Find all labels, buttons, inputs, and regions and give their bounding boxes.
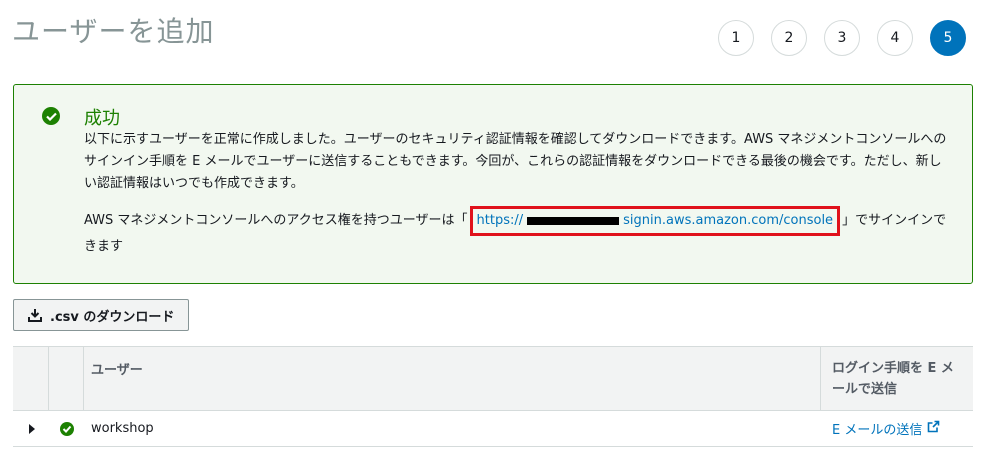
table-row: workshop E メールの送信 <box>13 411 973 447</box>
check-circle-icon <box>49 421 84 436</box>
url-start: https:// <box>476 213 524 228</box>
download-button-label: .csv のダウンロード <box>50 309 175 325</box>
access-prefix: AWS マネジメントコンソールへのアクセス権を持つユーザーは「 <box>84 213 468 228</box>
highlight-box: https:// signin.aws.amazon.com/console <box>469 206 841 236</box>
user-name: workshop <box>91 421 154 436</box>
header-email-instructions[interactable]: ログイン手順を E メールで送信 <box>821 347 973 410</box>
header-expand-column <box>13 347 49 410</box>
page-title: ユーザーを追加 <box>12 15 215 48</box>
send-email-link[interactable]: E メールの送信 <box>821 419 973 438</box>
external-link-icon <box>927 420 940 437</box>
caret-right-icon[interactable] <box>13 423 49 434</box>
redacted-account-id <box>527 216 620 225</box>
header-user[interactable]: ユーザー <box>84 347 821 410</box>
step-1[interactable]: 1 <box>718 20 754 56</box>
step-4[interactable]: 4 <box>877 20 913 56</box>
step-3[interactable]: 3 <box>824 20 860 56</box>
table-header: ユーザー ログイン手順を E メールで送信 <box>13 346 973 411</box>
url-end: signin.aws.amazon.com/console <box>623 213 834 228</box>
success-title: 成功 <box>84 108 120 129</box>
check-circle-icon <box>42 107 60 125</box>
send-email-label: E メールの送信 <box>832 423 923 438</box>
console-access-line: AWS マネジメントコンソールへのアクセス権を持つユーザーは「 https:// s… <box>84 206 954 258</box>
header-status-column <box>49 347 84 410</box>
wizard-steps: 1 2 3 4 5 <box>718 20 966 56</box>
users-table: ユーザー ログイン手順を E メールで送信 workshop E メールの送信 <box>13 346 973 447</box>
step-2[interactable]: 2 <box>771 20 807 56</box>
console-url-link[interactable]: https:// signin.aws.amazon.com/console <box>477 213 834 228</box>
download-csv-button[interactable]: .csv のダウンロード <box>13 299 190 331</box>
step-5[interactable]: 5 <box>930 20 966 56</box>
success-alert: 成功 以下に示すユーザーを正常に作成しました。ユーザーのセキュリティ認証情報を確… <box>13 84 973 284</box>
success-message: 以下に示すユーザーを正常に作成しました。ユーザーのセキュリティ認証情報を確認して… <box>84 132 947 191</box>
download-icon <box>28 308 42 322</box>
